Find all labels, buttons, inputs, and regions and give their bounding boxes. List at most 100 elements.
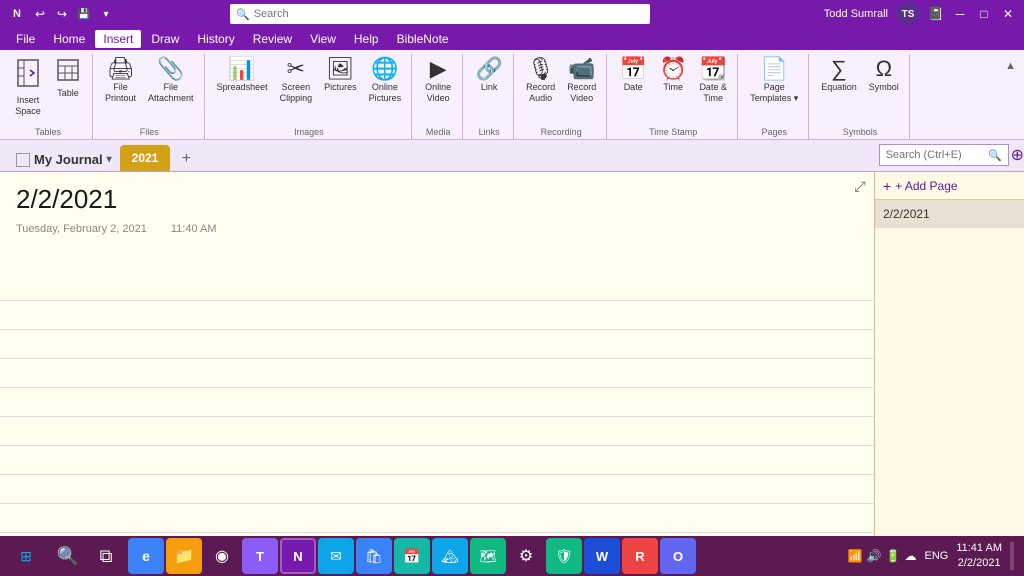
taskbar-search-btn[interactable]: 🔍 [50, 538, 86, 574]
taskbar-app-calendar[interactable]: 📅 [394, 538, 430, 574]
close-btn[interactable]: ✕ [1000, 6, 1016, 22]
symbol-label: Symbol [869, 82, 899, 93]
taskbar-app-maps[interactable]: 🗺 [470, 538, 506, 574]
menu-history[interactable]: History [189, 30, 242, 48]
menu-insert[interactable]: Insert [95, 30, 141, 48]
search-expand-icon[interactable]: ⊕ [1011, 145, 1024, 165]
online-pictures-btn[interactable]: 🌐 OnlinePictures [365, 56, 406, 106]
page-title-area: 2/2/2021 [0, 172, 874, 219]
menu-home[interactable]: Home [45, 30, 93, 48]
notebook-checkbox[interactable] [16, 153, 30, 167]
network-icon[interactable]: 📶 [848, 549, 863, 563]
taskbar-time-display: 11:41 AM [956, 541, 1002, 556]
record-audio-btn[interactable]: 🎙 RecordAudio [522, 56, 559, 106]
taskbar-app-purple2[interactable]: O [660, 538, 696, 574]
taskbar-app-word[interactable]: W [584, 538, 620, 574]
table-icon [56, 58, 80, 86]
task-view-icon: ⧉ [100, 546, 113, 567]
ribbon-group-images: 📊 Spreadsheet ✂ ScreenClipping 🖼 Picture… [207, 54, 413, 139]
taskbar-app-photos[interactable]: 🏔 [432, 538, 468, 574]
taskbar-app-onenote[interactable]: N [280, 538, 316, 574]
user-name: Todd Sumrall [824, 8, 888, 20]
taskbar-app-outlook[interactable]: ✉ [318, 538, 354, 574]
start-button[interactable]: ⊞ [4, 536, 48, 576]
task-view-btn[interactable]: ⧉ [88, 538, 124, 574]
note-page[interactable]: ⤢ 2/2/2021 Tuesday, February 2, 2021 11:… [0, 172, 874, 536]
user-avatar[interactable]: TS [896, 2, 920, 26]
time-btn[interactable]: ⏰ Time [655, 56, 691, 95]
taskbar-app-security[interactable]: 🛡 [546, 538, 582, 574]
insert-space-label: InsertSpace [15, 95, 41, 117]
title-search-bar: 🔍 [230, 4, 650, 24]
taskbar-app-red[interactable]: R [622, 538, 658, 574]
file-attachment-btn[interactable]: 📎 FileAttachment [144, 56, 198, 106]
sys-tray-icons: 📶 🔊 🔋 ☁ [848, 549, 917, 563]
add-page-btn[interactable]: + + Add Page [875, 172, 1024, 200]
taskbar-app-edge[interactable]: e [128, 538, 164, 574]
taskbar-right: 📶 🔊 🔋 ☁ ENG 11:41 AM 2/2/2021 [848, 541, 1020, 572]
page-item-1[interactable]: 2/2/2021 [875, 200, 1024, 228]
images-group-label: Images [294, 127, 324, 139]
ribbon-group-media: ▶ OnlineVideo Media [414, 54, 463, 139]
insert-space-icon [16, 58, 40, 93]
page-meta: Tuesday, February 2, 2021 11:40 AM [0, 223, 874, 235]
file-printout-btn[interactable]: 🖨 FilePrintout [101, 56, 140, 106]
taskbar-app-teams[interactable]: T [242, 538, 278, 574]
ribbon-group-timestamp: 📅 Date ⏰ Time 📆 Date &Time Time Stamp [609, 54, 738, 139]
show-desktop-btn[interactable] [1010, 542, 1014, 570]
notebook-selector[interactable]: My Journal ▾ [8, 148, 120, 171]
table-label: Table [57, 88, 79, 99]
minimize-btn[interactable]: ─ [952, 6, 968, 22]
pictures-label: Pictures [324, 82, 357, 93]
link-btn[interactable]: 🔗 Link [471, 56, 507, 95]
undo-btn[interactable]: ↩ [32, 6, 48, 22]
menu-file[interactable]: File [8, 30, 43, 48]
table-btn[interactable]: Table [50, 56, 86, 101]
symbol-btn[interactable]: Ω Symbol [865, 56, 903, 95]
notebook-dropdown-icon: ▾ [107, 154, 112, 165]
menu-draw[interactable]: Draw [143, 30, 187, 48]
note-lines[interactable] [0, 272, 874, 536]
save-btn[interactable]: 💾 [76, 6, 92, 22]
volume-icon[interactable]: 🔊 [867, 549, 882, 563]
notebook-icon[interactable]: 📓 [928, 6, 944, 22]
date-btn[interactable]: 📅 Date [615, 56, 651, 95]
menu-bar: File Home Insert Draw History Review Vie… [0, 28, 1024, 50]
symbols-group-label: Symbols [843, 127, 878, 139]
battery-icon[interactable]: 🔋 [886, 549, 901, 563]
menu-review[interactable]: Review [245, 30, 300, 48]
online-video-btn[interactable]: ▶ OnlineVideo [420, 56, 456, 106]
section-tab-2021[interactable]: 2021 [120, 145, 171, 171]
taskbar-app-settings[interactable]: ⚙ [508, 538, 544, 574]
date-time-btn[interactable]: 📆 Date &Time [695, 56, 731, 106]
taskbar-app-store[interactable]: 🛍 [356, 538, 392, 574]
pictures-btn[interactable]: 🖼 Pictures [320, 56, 361, 95]
taskbar-app-chrome[interactable]: ◉ [204, 538, 240, 574]
title-search-input[interactable] [254, 8, 644, 20]
taskbar-app-file-explorer[interactable]: 📁 [166, 538, 202, 574]
overflow-btn[interactable]: ▾ [98, 6, 114, 22]
spreadsheet-btn[interactable]: 📊 Spreadsheet [213, 56, 272, 95]
page-title[interactable]: 2/2/2021 [16, 184, 858, 215]
date-time-label: Date &Time [699, 82, 727, 104]
menu-help[interactable]: Help [346, 30, 387, 48]
ribbon-collapse-btn[interactable]: ▲ [1001, 58, 1020, 74]
add-section-btn[interactable]: + [174, 147, 198, 171]
maximize-btn[interactable]: □ [976, 6, 992, 22]
redo-btn[interactable]: ↪ [54, 6, 70, 22]
page-templates-btn[interactable]: 📄 PageTemplates ▾ [746, 56, 802, 106]
language-indicator[interactable]: ENG [920, 550, 952, 562]
onedrive-icon[interactable]: ☁ [904, 549, 916, 563]
insert-space-btn[interactable]: InsertSpace [10, 56, 46, 119]
taskbar-search-icon: 🔍 [57, 546, 79, 567]
menu-biblenote[interactable]: BibleNote [389, 30, 457, 48]
screen-clipping-btn[interactable]: ✂ ScreenClipping [276, 56, 317, 106]
record-video-btn[interactable]: 📹 RecordVideo [563, 56, 600, 106]
taskbar-datetime[interactable]: 11:41 AM 2/2/2021 [956, 541, 1002, 572]
equation-btn[interactable]: ∑ Equation [817, 56, 861, 95]
ribbon-group-recording: 🎙 RecordAudio 📹 RecordVideo Recording [516, 54, 607, 139]
ribbon-group-files: 🖨 FilePrintout 📎 FileAttachment Files [95, 54, 205, 139]
menu-view[interactable]: View [302, 30, 344, 48]
title-bar-left: N ↩ ↪ 💾 ▾ [8, 5, 114, 23]
expand-page-btn[interactable]: ⤢ [850, 176, 870, 196]
